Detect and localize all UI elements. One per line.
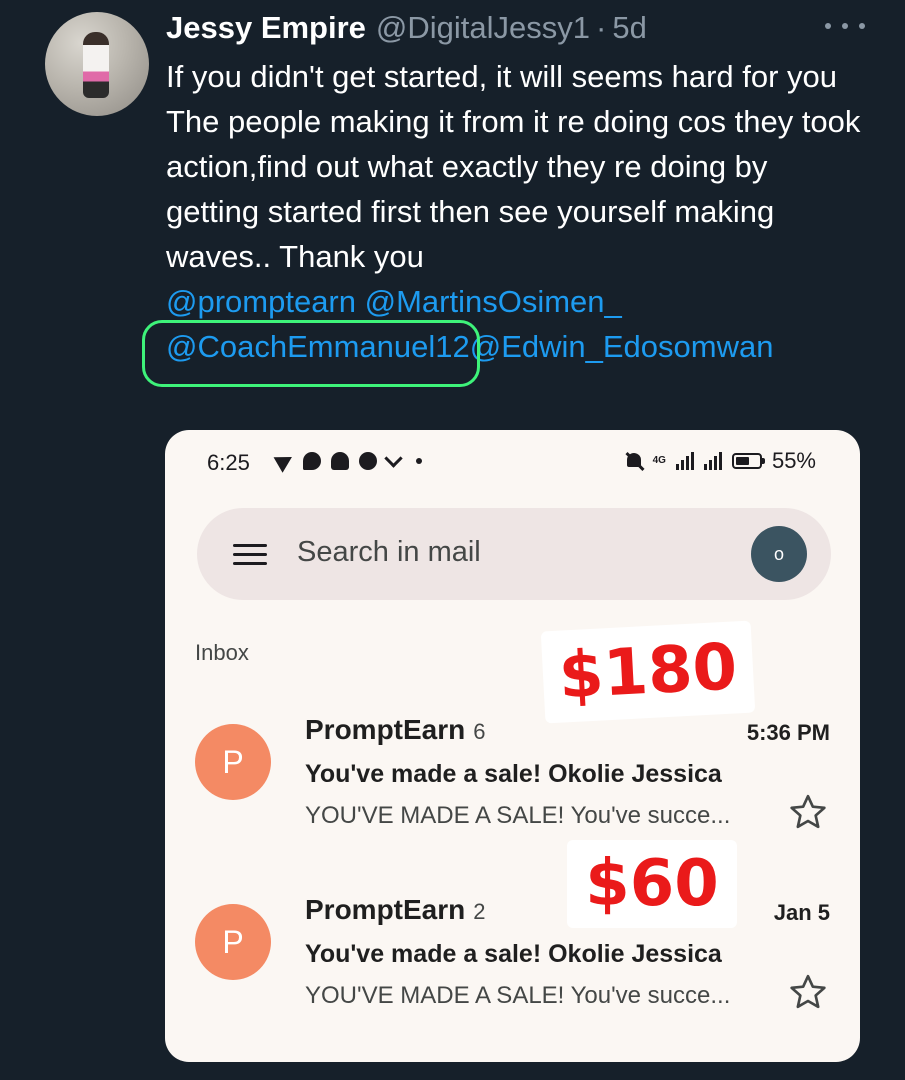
battery-icon [731, 453, 765, 469]
status-bar: 6:25 4G 55% [165, 430, 860, 492]
battery-percentage: 55% [771, 448, 816, 473]
tweet-line-2: The people making it from it re doing co… [166, 104, 861, 274]
thread-count: 6 [473, 719, 486, 744]
email-row[interactable]: P PromptEarn 2 Jan 5 You've made a sale! … [165, 884, 860, 1044]
sender-name: PromptEarn [305, 714, 466, 745]
signal-icon [675, 452, 694, 470]
tweet-text: If you didn't get started, it will seems… [142, 54, 866, 387]
messenger-icon [359, 452, 377, 470]
mention-edwin[interactable]: @Edwin_Edosomwan [470, 329, 774, 364]
sender-avatar: P [195, 724, 271, 800]
mention-martinsosimen[interactable]: @MartinsOsimen_ [365, 284, 622, 319]
tweet-line-1: If you didn't get started, it will seems… [166, 59, 838, 94]
mention-coachemmanuel[interactable]: @CoachEmmanuel12 [142, 320, 480, 387]
notification-icons [273, 449, 428, 473]
telegram-icon [273, 449, 297, 473]
thread-count: 2 [473, 899, 486, 924]
separator: · [596, 10, 607, 45]
attached-screenshot[interactable]: 6:25 4G 55% Search in mail o Inbox P Pro… [165, 430, 860, 1062]
email-date: Jan 5 [773, 900, 830, 925]
search-input[interactable]: Search in mail [297, 536, 481, 569]
email-subject: You've made a sale! Okolie Jessica [305, 760, 722, 788]
more-options-icon[interactable] [825, 14, 865, 38]
sender-avatar: P [195, 904, 271, 980]
email-row[interactable]: P PromptEarn 6 5:36 PM You've made a sale… [165, 704, 860, 864]
email-date: 5:36 PM [746, 720, 830, 745]
display-name[interactable]: Jessy Empire [166, 10, 366, 46]
status-time: 6:25 [207, 450, 250, 475]
price-sticker-180: $180 [540, 620, 756, 724]
chat-icon [303, 452, 321, 470]
tweet-age[interactable]: 5d [612, 10, 646, 46]
star-icon[interactable] [788, 792, 828, 832]
tweet-header: Jessy Empire @DigitalJessy1 · 5d [166, 10, 647, 46]
mute-icon [625, 451, 643, 471]
profile-avatar[interactable] [45, 12, 149, 116]
email-subject: You've made a sale! Okolie Jessica [305, 940, 722, 968]
snapchat-icon [331, 452, 349, 470]
system-icons: 4G 55% [625, 448, 816, 474]
mention-promptearn[interactable]: @promptearn [166, 284, 356, 319]
search-bar[interactable]: Search in mail o [197, 508, 831, 600]
email-snippet: YOU'VE MADE A SALE! You've succe... [305, 802, 731, 829]
inbox-label: Inbox [195, 640, 249, 665]
email-sender: PromptEarn 6 [305, 714, 486, 746]
signal-icon-2 [703, 452, 722, 470]
email-sender: PromptEarn 2 [305, 894, 486, 926]
more-notifications-icon [416, 458, 422, 464]
star-icon[interactable] [788, 972, 828, 1012]
missed-call-icon [384, 449, 403, 468]
price-sticker-60: $60 [567, 840, 737, 928]
mention-line-2: @CoachEmmanuel12@Edwin_Edosomwan [142, 320, 866, 387]
menu-icon[interactable] [233, 544, 267, 566]
mention-line-1: @promptearn @MartinsOsimen_ [166, 279, 866, 324]
network-type: 4G [652, 455, 666, 466]
sender-name: PromptEarn [305, 894, 466, 925]
email-snippet: YOU'VE MADE A SALE! You've succe... [305, 982, 731, 1009]
account-avatar[interactable]: o [751, 526, 807, 582]
user-handle[interactable]: @DigitalJessy1 [376, 10, 590, 46]
